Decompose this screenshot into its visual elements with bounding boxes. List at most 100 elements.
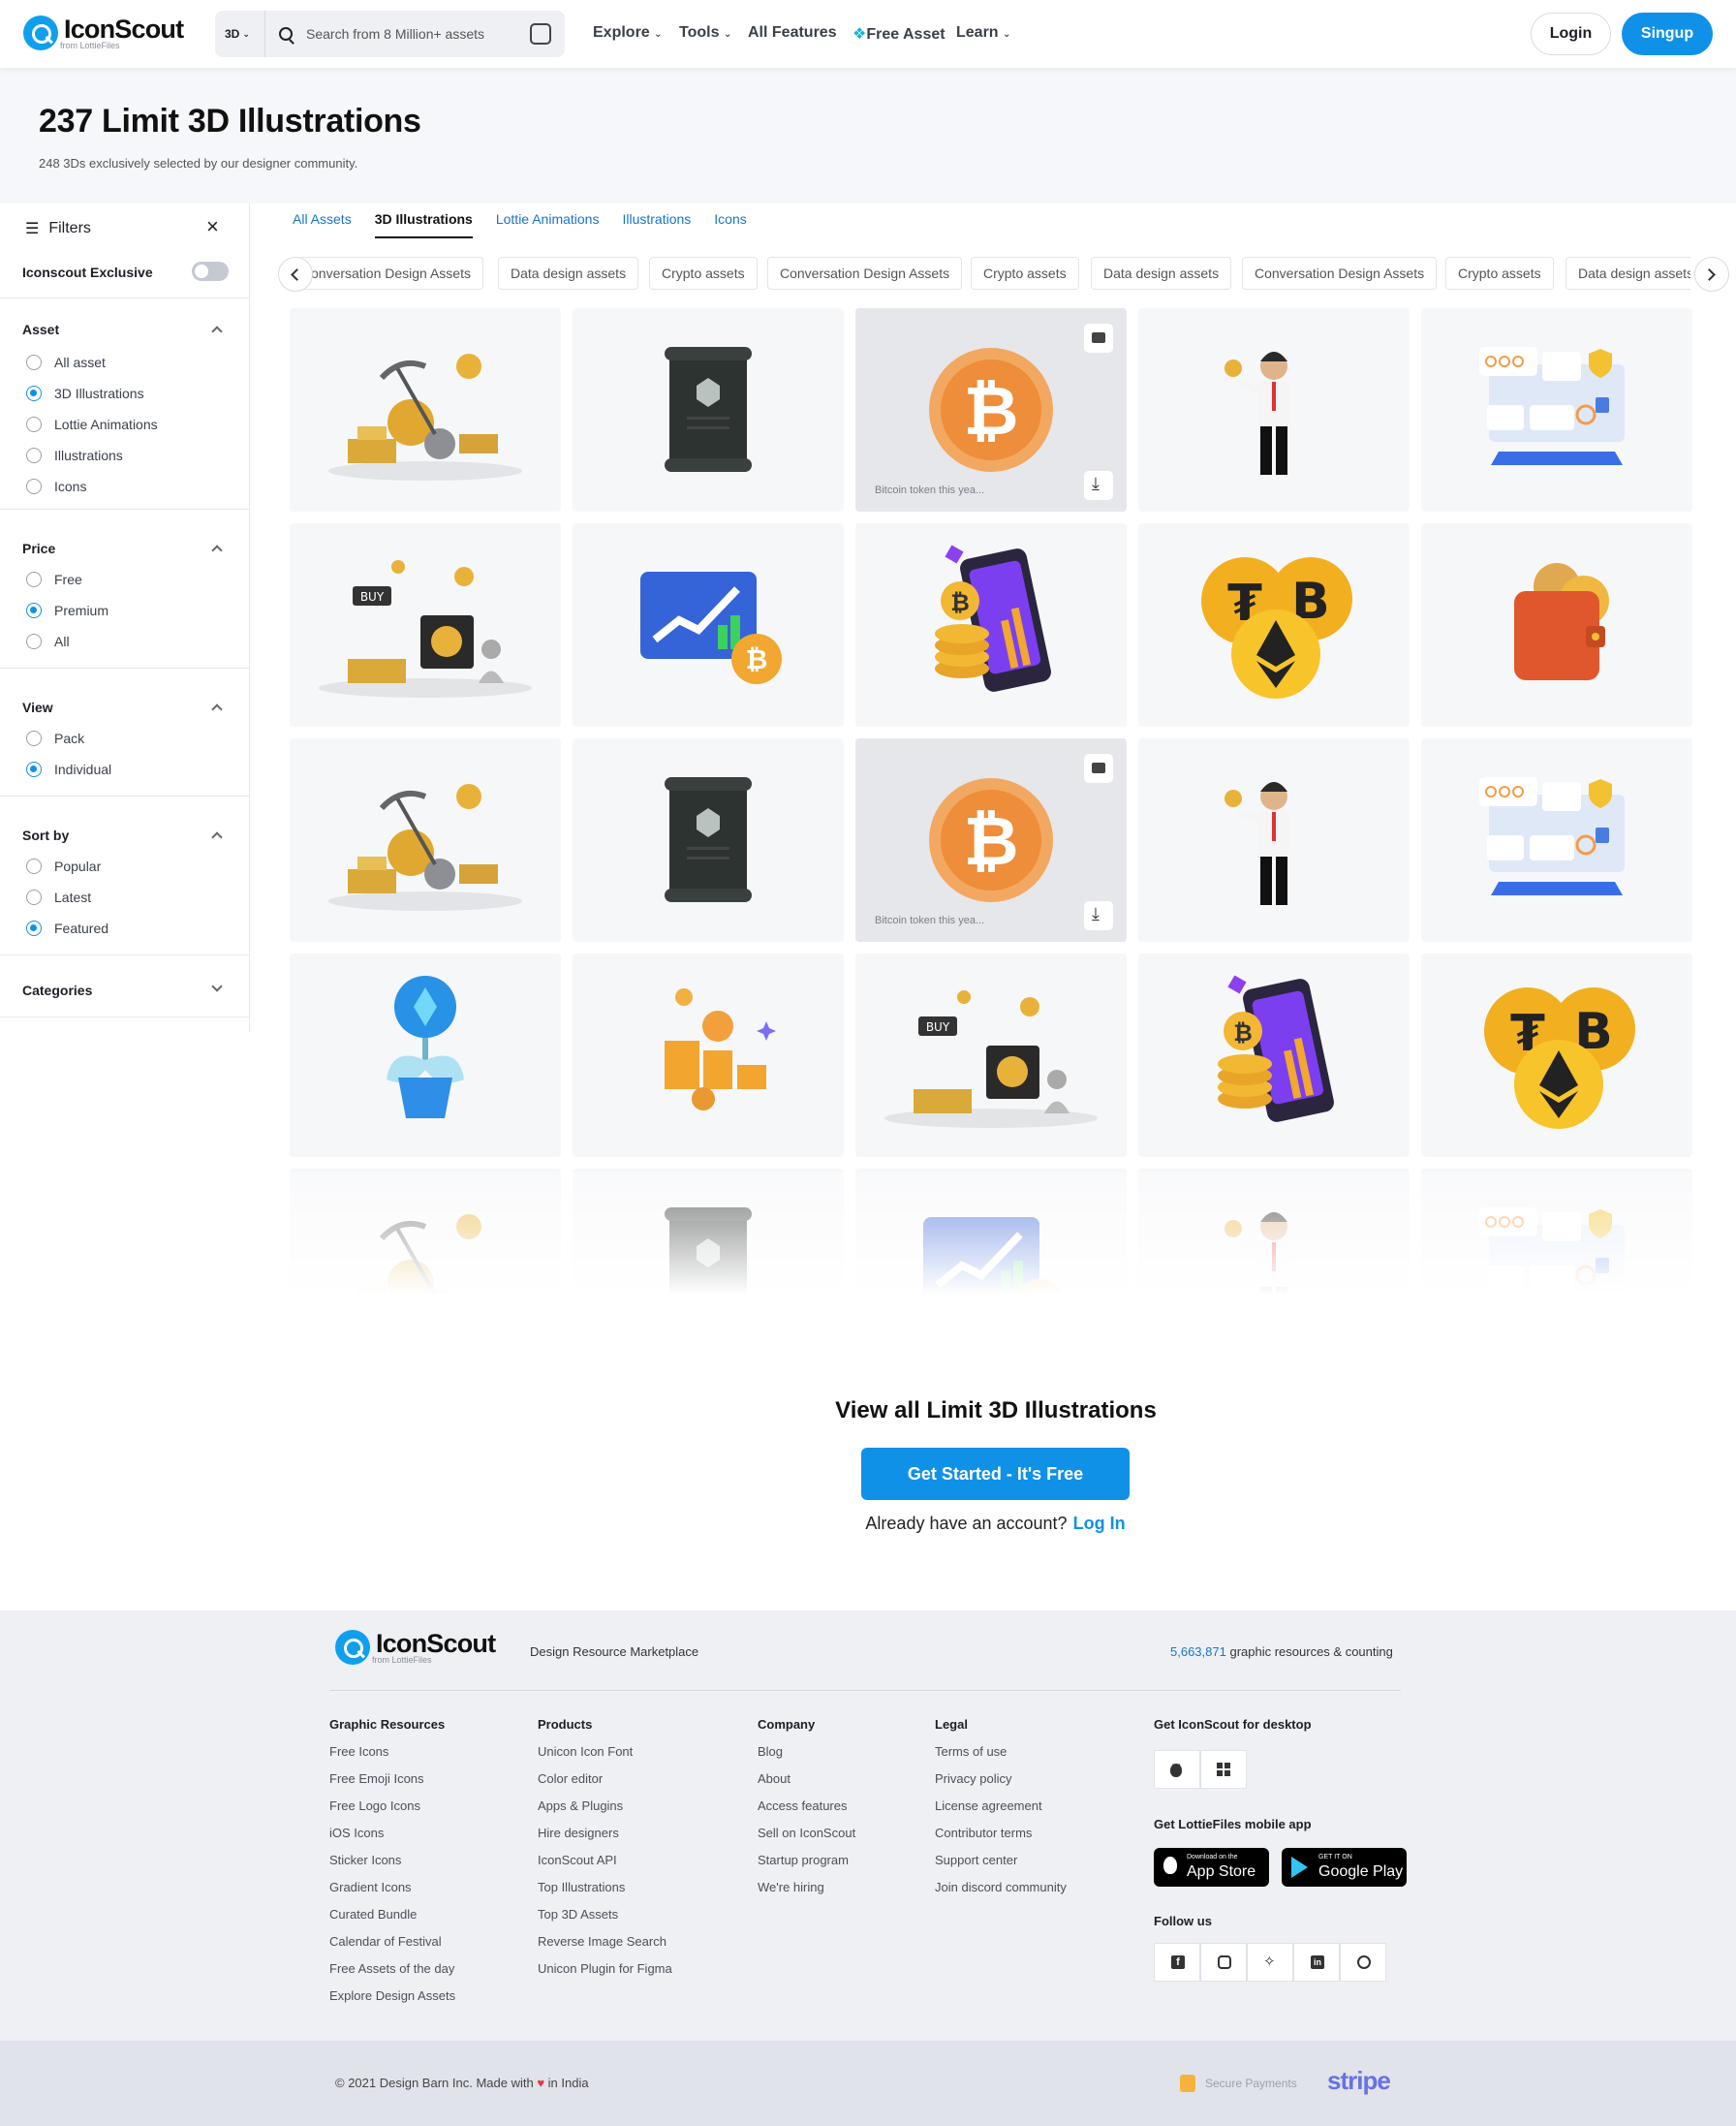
asset-card[interactable] <box>1138 738 1410 942</box>
google-play-button[interactable]: GET IT ON Google Play <box>1282 1848 1407 1887</box>
footer-link[interactable]: We're hiring <box>758 1881 855 1908</box>
tag-chip[interactable]: Data design assets <box>1091 257 1232 290</box>
twitter-button[interactable]: ✧ <box>1247 1943 1293 1982</box>
footer-link[interactable]: IconScout API <box>538 1854 672 1881</box>
radio-featured[interactable]: Featured <box>26 921 108 936</box>
login-link[interactable]: Log In <box>1073 1514 1126 1533</box>
radio-all-asset[interactable]: All asset <box>26 355 106 370</box>
nav-learn[interactable]: Learn ⌄ <box>956 24 1010 42</box>
radio-illustrations[interactable]: Illustrations <box>26 448 123 463</box>
asset-card[interactable] <box>573 308 844 512</box>
footer-link[interactable]: Top 3D Assets <box>538 1908 672 1935</box>
get-started-button[interactable]: Get Started - It's Free <box>861 1448 1130 1500</box>
chevron-up-icon[interactable] <box>211 326 223 337</box>
nav-all-features[interactable]: All Features <box>748 24 837 42</box>
footer-link[interactable]: Contributor terms <box>935 1827 1067 1854</box>
iconscout-logo[interactable]: IconScout from LottieFiles <box>23 16 184 50</box>
footer-link[interactable]: Free Emoji Icons <box>329 1772 455 1799</box>
tab-icons[interactable]: Icons <box>714 211 746 238</box>
chevron-up-icon[interactable] <box>211 831 223 843</box>
footer-link[interactable]: Explore Design Assets <box>329 1989 455 2017</box>
tag-chip[interactable]: Data design assets <box>1566 257 1690 290</box>
footer-link[interactable]: Free Icons <box>329 1745 455 1772</box>
asset-card[interactable]: BUY <box>855 954 1127 1157</box>
categories-filter-section[interactable]: Categories <box>0 955 250 1017</box>
radio-popular[interactable]: Popular <box>26 859 101 874</box>
radio-icons[interactable]: Icons <box>26 479 86 494</box>
tag-chip[interactable]: Crypto assets <box>649 257 758 290</box>
footer-link[interactable]: About <box>758 1772 855 1799</box>
tab-all-assets[interactable]: All Assets <box>293 211 352 238</box>
asset-card[interactable]: ₮ B <box>1421 954 1692 1157</box>
footer-logo[interactable]: IconScout from LottieFiles <box>335 1630 496 1665</box>
save-to-collection-icon[interactable] <box>1084 754 1113 783</box>
search-bar[interactable]: 3D ⌄ Search from 8 Million+ assets <box>215 11 565 57</box>
tag-chip[interactable]: Crypto assets <box>971 257 1079 290</box>
footer-link[interactable]: Sticker Icons <box>329 1854 455 1881</box>
asset-card[interactable] <box>290 954 561 1157</box>
footer-link[interactable]: Terms of use <box>935 1745 1067 1772</box>
tag-chip[interactable]: onversation Design Assets <box>298 257 483 290</box>
footer-link[interactable]: License agreement <box>935 1799 1067 1827</box>
tag-chip[interactable]: Conversation Design Assets <box>767 257 963 290</box>
footer-link[interactable]: Hire designers <box>538 1827 672 1854</box>
chevron-up-icon[interactable] <box>211 703 223 715</box>
linkedin-button[interactable]: in <box>1293 1943 1340 1982</box>
footer-link[interactable]: Sell on IconScout <box>758 1827 855 1854</box>
radio-lottie-animations[interactable]: Lottie Animations <box>26 417 158 432</box>
footer-link[interactable]: Access features <box>758 1799 855 1827</box>
footer-link[interactable]: Blog <box>758 1745 855 1772</box>
tab-3d-illustrations[interactable]: 3D Illustrations <box>374 211 473 238</box>
chevron-up-icon[interactable] <box>211 545 223 556</box>
asset-card[interactable] <box>1138 308 1410 512</box>
close-icon[interactable]: × <box>206 214 219 239</box>
footer-link[interactable]: iOS Icons <box>329 1827 455 1854</box>
asset-card[interactable] <box>1421 308 1692 512</box>
tag-chip[interactable]: Conversation Design Assets <box>1242 257 1438 290</box>
download-icon[interactable] <box>1084 471 1113 500</box>
footer-link[interactable]: Support center <box>935 1854 1067 1881</box>
footer-link[interactable]: Apps & Plugins <box>538 1799 672 1827</box>
radio-3d-illustrations[interactable]: 3D Illustrations <box>26 386 144 401</box>
footer-link[interactable]: Join discord community <box>935 1881 1067 1908</box>
footer-link[interactable]: Top Illustrations <box>538 1881 672 1908</box>
radio-individual[interactable]: Individual <box>26 762 111 777</box>
chevron-down-icon[interactable] <box>211 981 223 992</box>
radio-latest[interactable]: Latest <box>26 890 91 905</box>
footer-link[interactable]: Startup program <box>758 1854 855 1881</box>
asset-card[interactable] <box>290 308 561 512</box>
save-to-collection-icon[interactable] <box>1084 324 1113 353</box>
asset-card[interactable] <box>290 738 561 942</box>
tag-chip[interactable]: Data design assets <box>498 257 639 290</box>
login-button[interactable]: Login <box>1531 13 1611 55</box>
footer-link[interactable]: Privacy policy <box>935 1772 1067 1799</box>
nav-tools[interactable]: Tools ⌄ <box>679 24 731 42</box>
image-search-icon[interactable] <box>530 23 551 45</box>
footer-link[interactable]: Curated Bundle <box>329 1908 455 1935</box>
asset-card[interactable] <box>573 738 844 942</box>
chips-prev-button[interactable] <box>278 257 313 292</box>
asset-card[interactable]: ₿ <box>1138 954 1410 1157</box>
radio-premium[interactable]: Premium <box>26 603 108 618</box>
asset-card[interactable]: BUY <box>290 523 561 727</box>
asset-card[interactable] <box>1421 523 1692 727</box>
search-input[interactable]: Search from 8 Million+ assets <box>306 26 484 42</box>
dribbble-button[interactable] <box>1340 1943 1386 1982</box>
radio-pack[interactable]: Pack <box>26 731 84 746</box>
signup-button[interactable]: Singup <box>1622 13 1713 55</box>
tab-illustrations[interactable]: Illustrations <box>622 211 691 238</box>
footer-link[interactable]: Free Assets of the day <box>329 1962 455 1989</box>
asset-card[interactable]: ₿ Bitcoin token this yea... <box>855 738 1127 942</box>
radio-free[interactable]: Free <box>26 572 82 587</box>
footer-link[interactable]: Unicon Icon Font <box>538 1745 672 1772</box>
radio-all[interactable]: All <box>26 634 70 649</box>
footer-link[interactable]: Unicon Plugin for Figma <box>538 1962 672 1989</box>
asset-type-select[interactable]: 3D ⌄ <box>215 11 265 57</box>
footer-link[interactable]: Free Logo Icons <box>329 1799 455 1827</box>
asset-card[interactable]: ₿ <box>855 523 1127 727</box>
app-store-button[interactable]: Download on the App Store <box>1154 1848 1269 1887</box>
apple-download-button[interactable]:  <box>1154 1750 1200 1789</box>
windows-download-button[interactable] <box>1200 1750 1247 1789</box>
footer-link[interactable]: Calendar of Festival <box>329 1935 455 1962</box>
footer-link[interactable]: Color editor <box>538 1772 672 1799</box>
